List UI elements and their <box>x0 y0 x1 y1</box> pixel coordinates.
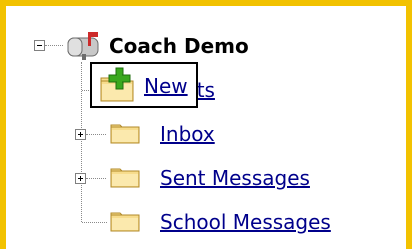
folder-icon <box>110 168 140 188</box>
folder-link-sent-messages[interactable]: Sent Messages <box>160 166 310 190</box>
new-folder-label[interactable]: New <box>144 74 188 98</box>
tree-trunk-connector <box>81 62 82 222</box>
collapse-toggle-root[interactable] <box>34 40 45 51</box>
expand-toggle-inbox[interactable] <box>75 129 86 140</box>
new-folder-icon <box>100 67 134 102</box>
folder-link-school-messages[interactable]: School Messages <box>160 210 331 234</box>
expand-toggle-sent-messages[interactable] <box>75 173 86 184</box>
folder-icon <box>110 124 140 144</box>
folder-icon <box>110 212 140 232</box>
new-folder-drag-overlay[interactable]: New <box>90 62 198 108</box>
folder-tree: Coach Demo fts Inbox Sent Messages Schoo… <box>0 0 412 249</box>
tree-connector <box>45 45 63 46</box>
root-label[interactable]: Coach Demo <box>109 34 249 58</box>
tree-connector <box>82 222 107 223</box>
tree-connector <box>86 178 106 179</box>
tree-connector <box>86 134 106 135</box>
folder-link-inbox[interactable]: Inbox <box>160 122 215 146</box>
mailbox-icon <box>67 32 99 60</box>
